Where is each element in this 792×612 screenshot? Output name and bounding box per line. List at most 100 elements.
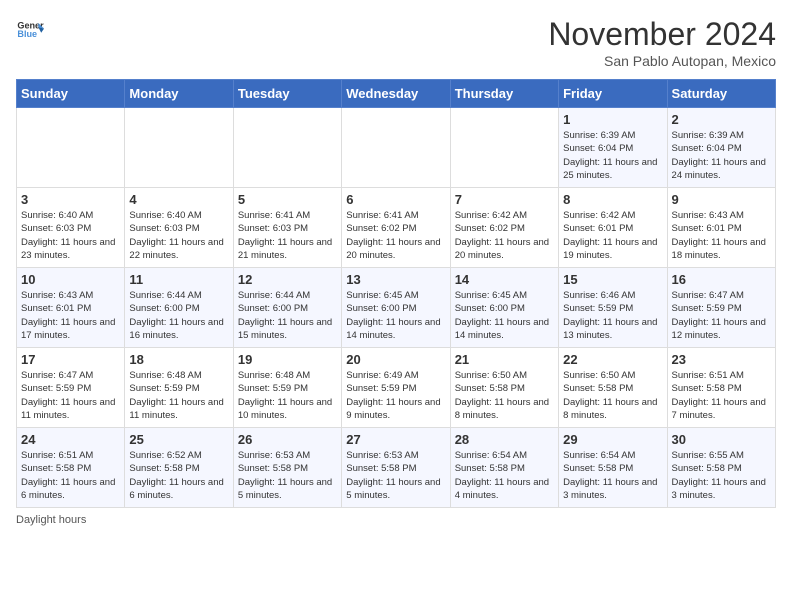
header-saturday: Saturday [667, 80, 775, 108]
header-monday: Monday [125, 80, 233, 108]
title-area: November 2024 San Pablo Autopan, Mexico [548, 16, 776, 69]
day-info: Sunrise: 6:54 AM Sunset: 5:58 PM Dayligh… [563, 449, 662, 502]
day-number: 7 [455, 192, 554, 207]
calendar-cell: 21 Sunrise: 6:50 AM Sunset: 5:58 PM Dayli… [450, 348, 558, 428]
calendar-cell: 23Sunrise: 6:51 AM Sunset: 5:58 PM Dayli… [667, 348, 775, 428]
day-info: Sunrise: 6:43 AM Sunset: 6:01 PM Dayligh… [672, 209, 771, 262]
day-number: 9 [672, 192, 771, 207]
logo-icon: General Blue [16, 16, 44, 44]
day-number: 25 [129, 432, 228, 447]
calendar-cell: 22 Sunrise: 6:50 AM Sunset: 5:58 PM Dayli… [559, 348, 667, 428]
day-number: 15 [563, 272, 662, 287]
day-info: Sunrise: 6:39 AM Sunset: 6:04 PM Dayligh… [672, 129, 771, 182]
day-number: 11 [129, 272, 228, 287]
day-info: Sunrise: 6:52 AM Sunset: 5:58 PM Dayligh… [129, 449, 228, 502]
day-number: 2 [672, 112, 771, 127]
day-number: 14 [455, 272, 554, 287]
day-number: 3 [21, 192, 120, 207]
header-tuesday: Tuesday [233, 80, 341, 108]
header-friday: Friday [559, 80, 667, 108]
calendar-week-2: 3 Sunrise: 6:40 AM Sunset: 6:03 PM Daylig… [17, 188, 776, 268]
calendar-cell: 30 Sunrise: 6:55 AM Sunset: 5:58 PM Dayli… [667, 428, 775, 508]
calendar-cell [125, 108, 233, 188]
calendar-cell [17, 108, 125, 188]
header: General Blue November 2024 San Pablo Aut… [16, 16, 776, 69]
day-info: Sunrise: 6:51 AM Sunset: 5:58 PM Dayligh… [21, 449, 120, 502]
calendar-cell: 7 Sunrise: 6:42 AM Sunset: 6:02 PM Daylig… [450, 188, 558, 268]
calendar-cell: 25 Sunrise: 6:52 AM Sunset: 5:58 PM Dayli… [125, 428, 233, 508]
calendar-cell: 6 Sunrise: 6:41 AM Sunset: 6:02 PM Daylig… [342, 188, 450, 268]
day-info: Sunrise: 6:44 AM Sunset: 6:00 PM Dayligh… [129, 289, 228, 342]
calendar-cell [233, 108, 341, 188]
day-number: 24 [21, 432, 120, 447]
calendar-cell: 27Sunrise: 6:53 AM Sunset: 5:58 PM Dayli… [342, 428, 450, 508]
day-info: Sunrise: 6:47 AM Sunset: 5:59 PM Dayligh… [21, 369, 120, 422]
day-info: Sunrise: 6:42 AM Sunset: 6:02 PM Dayligh… [455, 209, 554, 262]
calendar-cell: 2 Sunrise: 6:39 AM Sunset: 6:04 PM Daylig… [667, 108, 775, 188]
day-number: 10 [21, 272, 120, 287]
day-number: 21 [455, 352, 554, 367]
day-info: Sunrise: 6:50 AM Sunset: 5:58 PM Dayligh… [563, 369, 662, 422]
day-number: 22 [563, 352, 662, 367]
calendar-cell [342, 108, 450, 188]
day-info: Sunrise: 6:55 AM Sunset: 5:58 PM Dayligh… [672, 449, 771, 502]
calendar-cell: 19 Sunrise: 6:48 AM Sunset: 5:59 PM Dayli… [233, 348, 341, 428]
calendar-cell: 3 Sunrise: 6:40 AM Sunset: 6:03 PM Daylig… [17, 188, 125, 268]
calendar-cell: 1Sunrise: 6:39 AM Sunset: 6:04 PM Daylig… [559, 108, 667, 188]
footer-note: Daylight hours [16, 514, 776, 526]
day-number: 1 [563, 112, 662, 127]
calendar-cell: 10 Sunrise: 6:43 AM Sunset: 6:01 PM Dayli… [17, 268, 125, 348]
day-info: Sunrise: 6:43 AM Sunset: 6:01 PM Dayligh… [21, 289, 120, 342]
calendar-cell: 20 Sunrise: 6:49 AM Sunset: 5:59 PM Dayli… [342, 348, 450, 428]
day-info: Sunrise: 6:47 AM Sunset: 5:59 PM Dayligh… [672, 289, 771, 342]
day-info: Sunrise: 6:48 AM Sunset: 5:59 PM Dayligh… [238, 369, 337, 422]
calendar-cell: 12Sunrise: 6:44 AM Sunset: 6:00 PM Dayli… [233, 268, 341, 348]
location-subtitle: San Pablo Autopan, Mexico [548, 53, 776, 69]
day-info: Sunrise: 6:44 AM Sunset: 6:00 PM Dayligh… [238, 289, 337, 342]
day-info: Sunrise: 6:40 AM Sunset: 6:03 PM Dayligh… [129, 209, 228, 262]
calendar-header-row: Sunday Monday Tuesday Wednesday Thursday… [17, 80, 776, 108]
day-info: Sunrise: 6:45 AM Sunset: 6:00 PM Dayligh… [455, 289, 554, 342]
header-thursday: Thursday [450, 80, 558, 108]
calendar-week-1: 1 Sunrise: 6:39 AM Sunset: 6:04 PM Daylig… [17, 108, 776, 188]
day-info: Sunrise: 6:41 AM Sunset: 6:02 PM Dayligh… [346, 209, 445, 262]
day-info: Sunrise: 6:40 AM Sunset: 6:03 PM Dayligh… [21, 209, 120, 262]
day-number: 19 [238, 352, 337, 367]
calendar-cell: 9 Sunrise: 6:43 AM Sunset: 6:01 PM Daylig… [667, 188, 775, 268]
day-number: 5 [238, 192, 337, 207]
calendar-cell: 28 Sunrise: 6:54 AM Sunset: 5:58 PM Dayli… [450, 428, 558, 508]
calendar-cell: 18 Sunrise: 6:48 AM Sunset: 5:59 PM Dayli… [125, 348, 233, 428]
day-number: 20 [346, 352, 445, 367]
calendar-table: Sunday Monday Tuesday Wednesday Thursday… [16, 79, 776, 508]
calendar-week-4: 17Sunrise: 6:47 AM Sunset: 5:59 PM Dayli… [17, 348, 776, 428]
day-info: Sunrise: 6:45 AM Sunset: 6:00 PM Dayligh… [346, 289, 445, 342]
day-number: 18 [129, 352, 228, 367]
calendar-cell: 4Sunrise: 6:40 AM Sunset: 6:03 PM Daylig… [125, 188, 233, 268]
day-info: Sunrise: 6:41 AM Sunset: 6:03 PM Dayligh… [238, 209, 337, 262]
day-number: 16 [672, 272, 771, 287]
calendar-cell: 5 Sunrise: 6:41 AM Sunset: 6:03 PM Daylig… [233, 188, 341, 268]
day-number: 29 [563, 432, 662, 447]
calendar-cell: 14 Sunrise: 6:45 AM Sunset: 6:00 PM Dayli… [450, 268, 558, 348]
calendar-cell: 17Sunrise: 6:47 AM Sunset: 5:59 PM Dayli… [17, 348, 125, 428]
day-number: 30 [672, 432, 771, 447]
month-title: November 2024 [548, 16, 776, 53]
day-info: Sunrise: 6:50 AM Sunset: 5:58 PM Dayligh… [455, 369, 554, 422]
calendar-cell: 29 Sunrise: 6:54 AM Sunset: 5:58 PM Dayli… [559, 428, 667, 508]
day-info: Sunrise: 6:46 AM Sunset: 5:59 PM Dayligh… [563, 289, 662, 342]
day-number: 13 [346, 272, 445, 287]
day-info: Sunrise: 6:53 AM Sunset: 5:58 PM Dayligh… [238, 449, 337, 502]
day-info: Sunrise: 6:54 AM Sunset: 5:58 PM Dayligh… [455, 449, 554, 502]
day-info: Sunrise: 6:51 AM Sunset: 5:58 PM Dayligh… [672, 369, 771, 422]
day-number: 28 [455, 432, 554, 447]
header-sunday: Sunday [17, 80, 125, 108]
header-wednesday: Wednesday [342, 80, 450, 108]
calendar-cell [450, 108, 558, 188]
day-info: Sunrise: 6:48 AM Sunset: 5:59 PM Dayligh… [129, 369, 228, 422]
day-number: 6 [346, 192, 445, 207]
logo: General Blue [16, 16, 44, 44]
calendar-cell: 13 Sunrise: 6:45 AM Sunset: 6:00 PM Dayli… [342, 268, 450, 348]
calendar-cell: 26Sunrise: 6:53 AM Sunset: 5:58 PM Dayli… [233, 428, 341, 508]
day-info: Sunrise: 6:53 AM Sunset: 5:58 PM Dayligh… [346, 449, 445, 502]
day-info: Sunrise: 6:49 AM Sunset: 5:59 PM Dayligh… [346, 369, 445, 422]
